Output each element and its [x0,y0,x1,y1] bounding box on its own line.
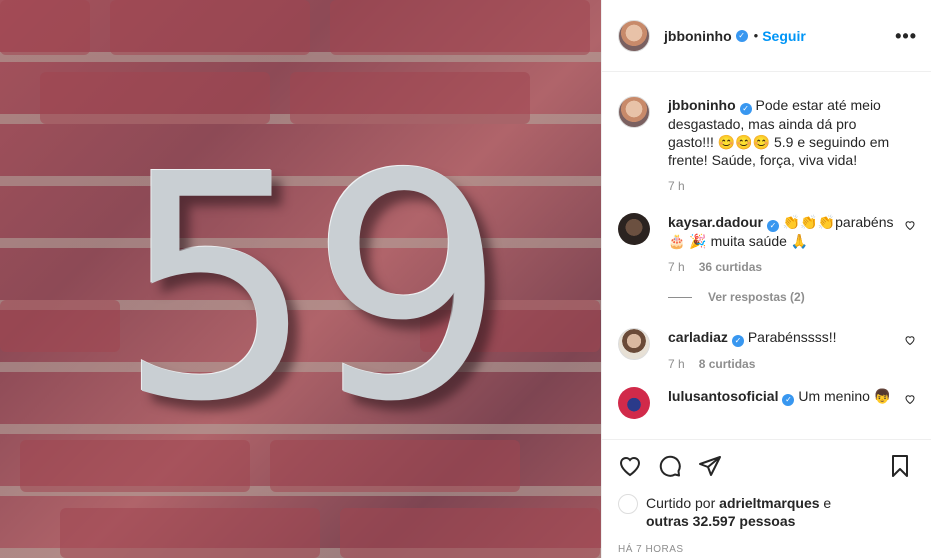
avatar[interactable] [618,96,650,128]
heart-icon[interactable] [904,219,916,231]
view-replies-button[interactable]: Ver respostas (2) [668,290,916,304]
verified-icon: ✓ [766,220,779,232]
comment-item: kaysar.dadour ✓ 👏👏👏parabéns 🎂 🎉 muita saú… [618,213,916,276]
bookmark-icon[interactable] [888,454,912,478]
house-number: 59 [118,109,506,470]
separator-dot: • [753,28,759,43]
liked-by: Curtido por adrieltmarques e outras 32.5… [618,494,916,530]
verified-icon: ✓ [739,103,752,115]
avatar[interactable] [618,494,638,514]
post-sidebar: jbboninho ✓ • Seguir ••• jbboninho ✓ Pode… [601,0,931,558]
comment-item: lulusantosoficial ✓ Um menino 👦 [618,387,916,419]
view-replies-label: Ver respostas (2) [708,290,805,304]
comment-username[interactable]: kaysar.dadour [668,214,763,230]
avatar[interactable] [618,328,650,360]
caption-time[interactable]: 7 h [668,179,685,193]
comment-username[interactable]: carladiaz [668,329,728,345]
caption-username[interactable]: jbboninho [668,97,736,113]
avatar[interactable] [618,213,650,245]
avatar[interactable] [618,387,650,419]
action-icons [618,452,916,480]
post-time[interactable]: HÁ 7 HORAS [618,544,916,555]
comment-text: Parabénssss!! [747,329,837,345]
heart-icon[interactable] [904,334,916,346]
brick [0,300,120,352]
liked-by-prefix: Curtido por [646,495,716,511]
heart-icon[interactable] [904,393,916,405]
replies-line [668,296,692,298]
comment-item: carladiaz ✓ Parabénssss!! 7 h 8 curtidas [618,328,916,373]
verified-icon: ✓ [731,335,744,347]
comment-text: Um menino 👦 [798,388,892,404]
heart-icon[interactable] [618,454,642,478]
share-icon[interactable] [698,454,722,478]
brick [60,508,320,558]
likes-count[interactable]: outras 32.597 pessoas [646,513,795,529]
brick [110,0,310,55]
post-viewer: 59 jbboninho ✓ • Seguir ••• jbboninho ✓ P… [0,0,931,558]
liked-by-user[interactable]: adrieltmarques [719,495,819,511]
caption: jbboninho ✓ Pode estar até meio desgastad… [618,96,916,195]
avatar[interactable] [618,19,650,52]
comment-username[interactable]: lulusantosoficial [668,388,778,404]
comment-time[interactable]: 7 h [668,260,685,274]
follow-button[interactable]: Seguir [762,28,806,44]
action-bar: Curtido por adrieltmarques e outras 32.5… [602,439,931,555]
comment-time[interactable]: 7 h [668,357,685,371]
author-username[interactable]: jbboninho [664,28,732,44]
verified-icon: ✓ [782,394,795,406]
brick [330,0,590,55]
post-photo[interactable]: 59 [0,0,601,558]
post-header: jbboninho ✓ • Seguir ••• [602,0,931,72]
comments-list[interactable]: jbboninho ✓ Pode estar até meio desgastad… [602,80,931,440]
more-icon[interactable]: ••• [895,26,917,47]
brick [340,508,600,558]
verified-icon: ✓ [735,29,748,42]
comment-icon[interactable] [658,454,682,478]
comment-likes[interactable]: 8 curtidas [699,357,756,371]
brick [0,0,90,55]
comment-likes[interactable]: 36 curtidas [699,260,762,274]
liked-by-suffix: e [823,495,832,511]
